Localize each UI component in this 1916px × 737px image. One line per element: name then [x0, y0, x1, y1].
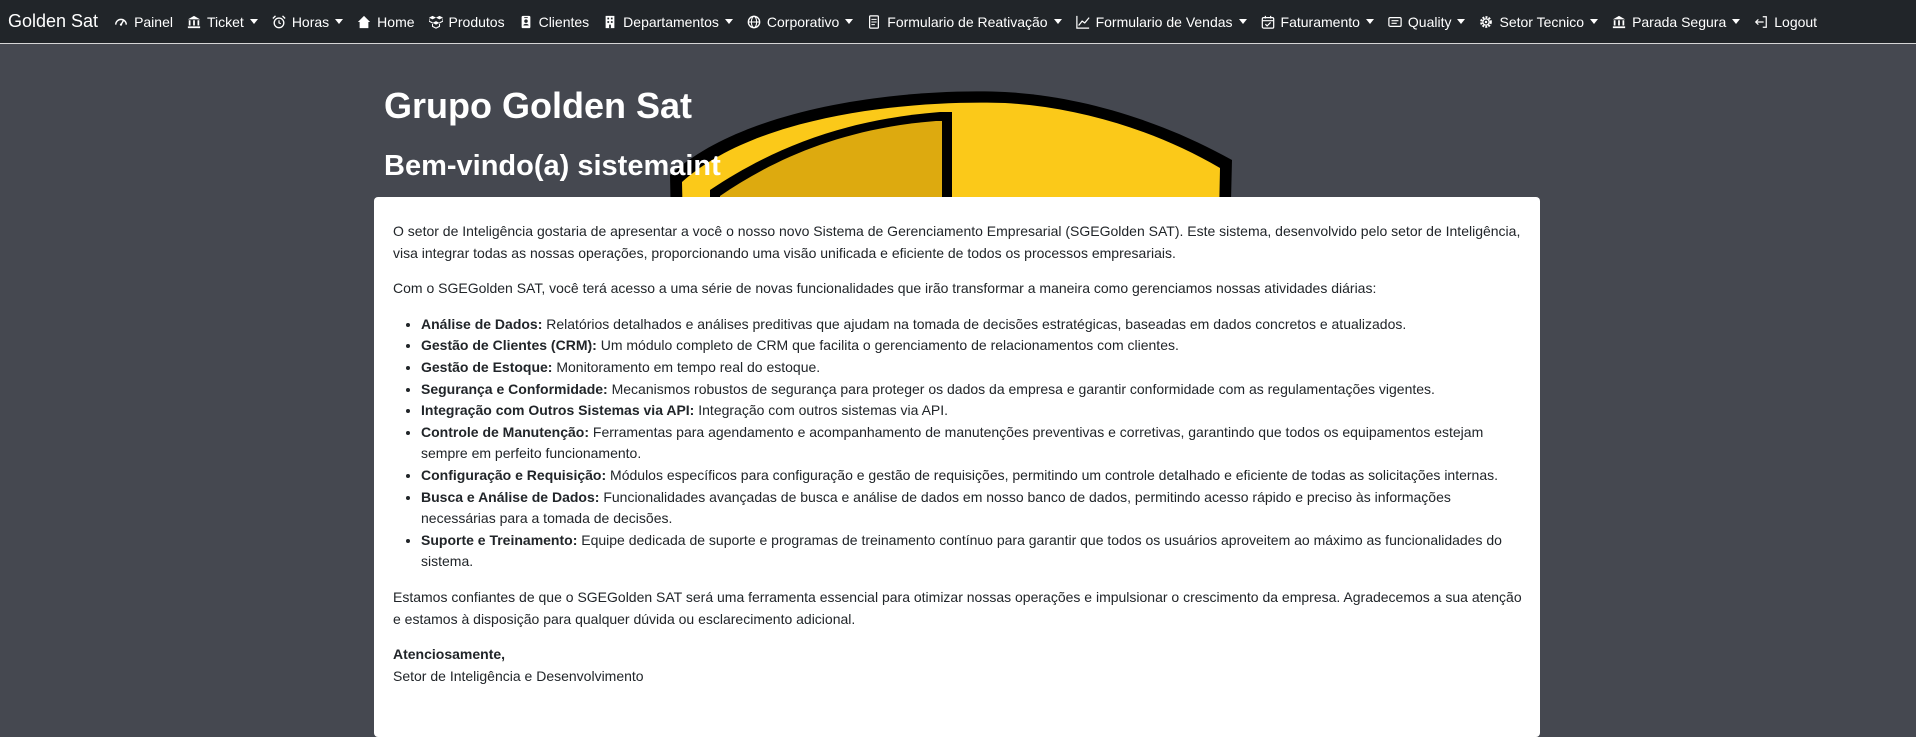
feature-title: Gestão de Estoque:	[421, 358, 553, 375]
feature-list-item: Integração com Outros Sistemas via API: …	[421, 400, 1522, 422]
nav-item-label: Departamentos	[623, 13, 719, 30]
feature-title: Controle de Manutenção:	[421, 423, 590, 440]
caret-down-icon	[1238, 19, 1247, 24]
feature-description: Mecanismos robustos de segurança para pr…	[607, 380, 1435, 397]
feature-list-item: Gestão de Estoque: Monitoramento em temp…	[421, 357, 1522, 379]
nav-item-label: Ticket	[206, 13, 244, 30]
caret-down-icon	[335, 19, 344, 24]
nav-item-label: Logout	[1774, 13, 1818, 30]
nav-item-formulario-de-vendas[interactable]: Formulario de Vendas	[1075, 13, 1247, 30]
alarm-icon	[272, 14, 286, 29]
boxes-icon	[428, 15, 443, 29]
caret-down-icon	[1457, 19, 1466, 24]
brand-link[interactable]: Golden Sat	[8, 11, 98, 32]
nav-item-label: Parada Segura	[1632, 13, 1727, 30]
nav-item-formulario-de-reativacao[interactable]: Formulario de Reativação	[867, 13, 1062, 30]
page-title: Grupo Golden Sat	[384, 85, 693, 126]
nav-menu: Painel Ticket Horas Home Produtos Clientes Dep…	[114, 14, 1831, 30]
house-icon	[357, 15, 371, 29]
nav-item-clientes[interactable]: Clientes	[519, 13, 590, 30]
feature-description: Relatórios detalhados e análises prediti…	[542, 315, 1407, 332]
feature-description: Monitoramento em tempo real do estoque.	[552, 358, 821, 375]
feature-title: Segurança e Conformidade:	[421, 380, 608, 397]
building-icon	[603, 15, 617, 29]
feature-title: Integração com Outros Sistemas via API:	[421, 402, 695, 419]
nav-item-departamentos[interactable]: Departamentos	[603, 14, 733, 30]
calendar-check-icon	[1261, 15, 1275, 29]
document-icon	[867, 14, 881, 29]
nav-item-label: Formulario de Reativação	[887, 13, 1048, 30]
globe-icon	[747, 15, 761, 29]
person-badge-icon	[519, 15, 533, 29]
feature-title: Suporte e Treinamento:	[421, 531, 578, 548]
feature-title: Busca e Análise de Dados:	[421, 488, 600, 505]
signoff-text: Atenciosamente,	[393, 646, 506, 663]
caret-down-icon	[1053, 19, 1062, 24]
feature-list-item: Análise de Dados: Relatórios detalhados …	[421, 314, 1522, 336]
nav-item-label: Quality	[1407, 13, 1452, 30]
nav-item-label: Corporativo	[766, 13, 840, 30]
nav-item-logout[interactable]: Logout	[1754, 14, 1817, 30]
speedometer-icon	[114, 15, 128, 29]
caret-down-icon	[1732, 19, 1741, 24]
nav-item-quality[interactable]: Quality	[1388, 14, 1466, 30]
bank-icon	[1612, 15, 1626, 29]
caret-down-icon	[1365, 19, 1374, 24]
caret-down-icon	[249, 19, 258, 24]
nav-item-parada-segura[interactable]: Parada Segura	[1612, 13, 1741, 30]
bank-icon	[187, 15, 201, 29]
nav-item-label: Faturamento	[1280, 13, 1360, 30]
nav-item-ticket[interactable]: Ticket	[187, 14, 258, 30]
chart-line-icon	[1075, 15, 1090, 29]
caret-down-icon	[845, 19, 854, 24]
feature-list-item: Busca e Análise de Dados: Funcionalidade…	[421, 487, 1522, 530]
feature-title: Gestão de Clientes (CRM):	[421, 337, 597, 354]
feature-description: Módulos específicos para configuração e …	[606, 466, 1499, 483]
signoff-block: Atenciosamente, Setor de Inteligência e …	[393, 644, 1522, 687]
signature-text: Setor de Inteligência e Desenvolvimento	[393, 667, 644, 684]
lead-paragraph: Com o SGEGolden SAT, você terá acesso a …	[393, 280, 1377, 297]
nav-item-label: Horas	[291, 13, 330, 30]
feature-title: Análise de Dados:	[421, 315, 543, 332]
nav-item-label: Home	[377, 13, 415, 30]
nav-item-label: Setor Tecnico	[1499, 13, 1585, 30]
nav-item-corporativo[interactable]: Corporativo	[747, 13, 854, 30]
feature-title: Configuração e Requisição:	[421, 466, 607, 483]
nav-item-label: Formulario de Vendas	[1095, 13, 1233, 30]
feature-list-item: Configuração e Requisição: Módulos espec…	[421, 465, 1522, 487]
gear-icon	[1479, 15, 1493, 29]
feature-description: Integração com outros sistemas via API.	[694, 402, 949, 419]
nav-item-label: Produtos	[448, 13, 505, 30]
nav-item-home[interactable]: Home	[357, 13, 415, 30]
feature-description: Equipe dedicada de suporte e programas d…	[421, 531, 1502, 570]
nav-item-label: Painel	[134, 13, 173, 30]
nav-item-horas[interactable]: Horas	[272, 13, 344, 30]
closing-paragraph: Estamos confiantes de que o SGEGolden SA…	[393, 588, 1522, 627]
feature-list-item: Controle de Manutenção: Ferramentas para…	[421, 422, 1522, 465]
intro-paragraph: O setor de Inteligência gostaria de apre…	[393, 223, 1521, 261]
nav-item-setor-tecnico[interactable]: Setor Tecnico	[1479, 13, 1599, 30]
caret-down-icon	[724, 19, 733, 24]
nav-item-faturamento[interactable]: Faturamento	[1261, 14, 1374, 30]
logout-icon	[1754, 15, 1768, 29]
nav-item-painel[interactable]: Painel	[114, 14, 173, 30]
welcome-heading: Bem-vindo(a) sistemaint	[384, 150, 721, 182]
feature-list-item: Gestão de Clientes (CRM): Um módulo comp…	[421, 335, 1522, 357]
announcement-card: O setor de Inteligência gostaria de apre…	[374, 197, 1540, 737]
top-navbar: Golden Sat Painel Ticket Horas Home Produtos…	[0, 0, 1916, 44]
nav-item-produtos[interactable]: Produtos	[428, 13, 505, 30]
nav-item-label: Clientes	[538, 13, 590, 30]
feature-list: Análise de Dados: Relatórios detalhados …	[393, 314, 1522, 573]
caret-down-icon	[1590, 19, 1599, 24]
feature-list-item: Segurança e Conformidade: Mecanismos rob…	[421, 379, 1522, 401]
card-text-icon	[1388, 15, 1402, 29]
feature-description: Um módulo completo de CRM que facilita o…	[596, 337, 1179, 354]
feature-list-item: Suporte e Treinamento: Equipe dedicada d…	[421, 530, 1522, 573]
